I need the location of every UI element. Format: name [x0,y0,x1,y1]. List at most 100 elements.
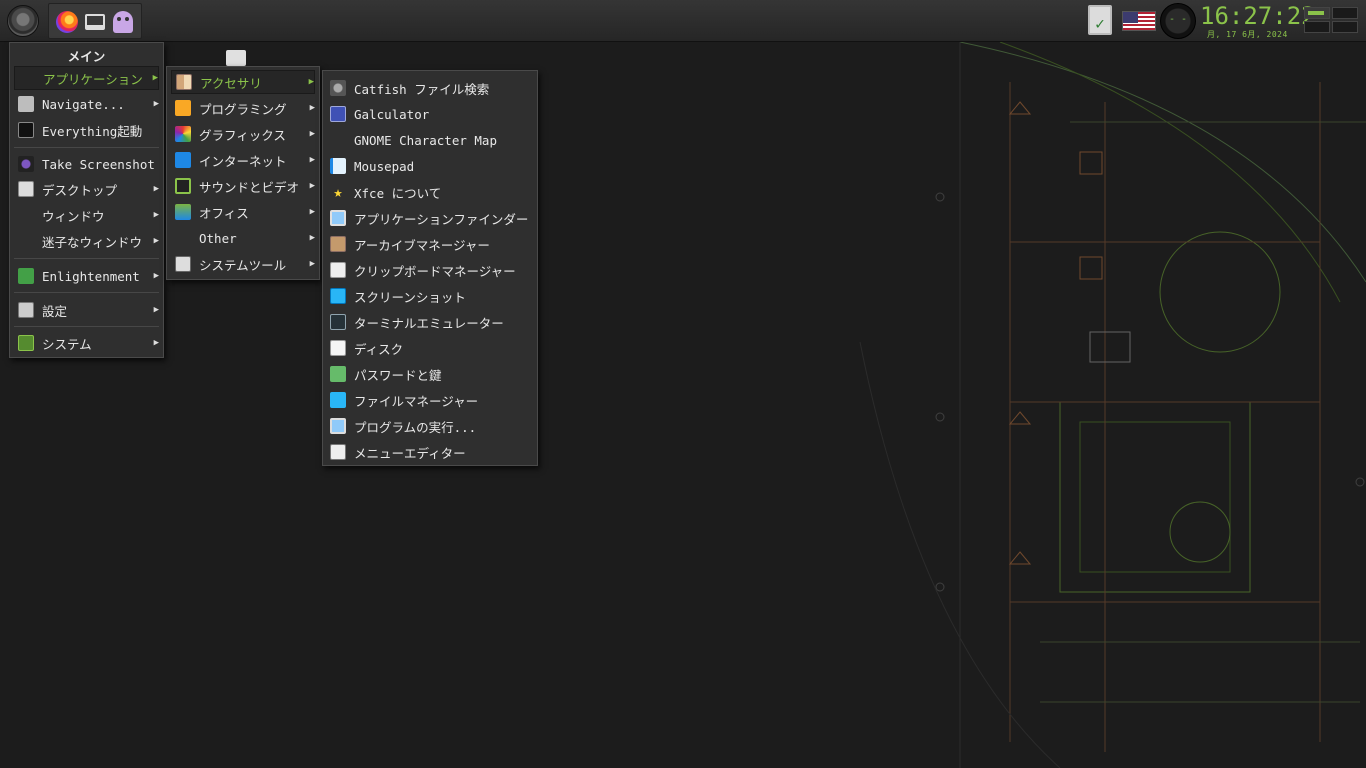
clock-time[interactable]: 16:27:22 [1200,2,1316,30]
chevron-right-icon: ▶ [309,259,315,269]
firefox-launcher-icon[interactable] [53,8,81,36]
chevron-right-icon: ▶ [309,207,315,217]
star-icon: ★ [333,183,343,201]
menu-item-character-map[interactable]: GNOME Character Map [326,128,534,152]
menu-item-take-screenshot[interactable]: Take Screenshot [14,152,159,176]
disk-icon [330,340,346,356]
programming-icon [175,100,191,116]
ghost-launcher-icon[interactable] [109,8,137,36]
menu-item-system-tools[interactable]: システムツール ▶ [171,252,315,276]
chevron-right-icon: ▶ [309,103,315,113]
main-menu-title: メイン [67,49,106,64]
chevron-right-icon: ▶ [153,99,159,109]
menu-item-enlightenment[interactable]: Enlightenment ▶ [14,264,159,288]
chevron-right-icon: ▶ [152,73,158,83]
menu-item-screenshot[interactable]: スクリーンショット [326,284,534,308]
camera-icon [18,156,34,172]
menu-item-other[interactable]: Other ▶ [171,226,315,250]
accessories-menu: Catfish ファイル検索 Galculator GNOME Characte… [322,70,538,466]
menu-item-app-finder[interactable]: アプリケーションファインダー [326,206,534,230]
chevron-right-icon: ▶ [153,236,159,246]
menu-item-programming[interactable]: プログラミング ▶ [171,96,315,120]
menu-item-lost-windows[interactable]: 迷子なウィンドウ ▶ [14,229,159,253]
accessories-icon [176,74,192,90]
menu-item-windows[interactable]: ウィンドウ ▶ [14,203,159,227]
menu-item-settings[interactable]: 設定 ▶ [14,298,159,322]
menu-separator [14,326,159,327]
menu-item-menu-editor[interactable]: メニューエディター [326,440,534,464]
chevron-right-icon: ▶ [153,271,159,281]
menu-item-terminal[interactable]: ターミナルエミュレーター [326,310,534,334]
menu-item-about-xfce[interactable]: ★ Xfce について [326,180,534,204]
menu-item-file-manager[interactable]: ファイルマネージャー [326,388,534,412]
folder-icon [18,96,34,112]
key-icon [330,366,346,382]
system-icon [18,335,34,351]
clipboard-tray-icon[interactable]: ✓ [1088,5,1114,37]
menu-item-clipboard-manager[interactable]: クリップボードマネージャー [326,258,534,282]
clock-date: 月, 17 6月, 2024 [1207,30,1288,39]
workspace-2[interactable] [1332,7,1358,19]
archive-icon [330,236,346,252]
workspace-1[interactable] [1304,7,1330,19]
applications-menu: アクセサリ ▶ プログラミング ▶ グラフィックス ▶ インターネット ▶ サウ… [166,66,320,280]
enlightenment-icon [18,268,34,284]
chevron-right-icon: ▶ [309,233,315,243]
graphics-icon [175,126,191,142]
menu-separator [14,292,159,293]
menu-item-office[interactable]: オフィス ▶ [171,200,315,224]
menu-editor-icon [330,444,346,460]
drive-launcher-icon[interactable] [81,8,109,36]
multimedia-icon [175,178,191,194]
terminal-icon [18,122,34,138]
workspace-4[interactable] [1332,21,1358,33]
chevron-right-icon: ▶ [153,305,159,315]
calculator-icon [330,106,346,122]
system-tools-icon [175,256,191,272]
screenshot-icon [330,288,346,304]
chevron-right-icon: ▶ [153,184,159,194]
workspace-pager[interactable] [1304,7,1360,35]
menu-item-everything[interactable]: Everything起動 [14,118,159,142]
menu-item-accessories[interactable]: アクセサリ ▶ [171,70,315,94]
chevron-right-icon: ▶ [309,129,315,139]
menu-item-desktop[interactable]: デスクトップ ▶ [14,177,159,201]
chevron-right-icon: ▶ [309,181,315,191]
menu-item-graphics[interactable]: グラフィックス ▶ [171,122,315,146]
main-menu: メイン アプリケーション ▶ Navigate... ▶ Everything起… [9,42,164,358]
menu-item-applications[interactable]: アプリケーション ▶ [14,66,159,90]
workspace-3[interactable] [1304,21,1330,33]
start-menu-icon [7,5,39,37]
file-manager-icon [330,392,346,408]
menu-item-archive-manager[interactable]: アーカイブマネージャー [326,232,534,256]
desktop-file-icon[interactable] [226,50,246,66]
menu-item-system[interactable]: システム ▶ [14,331,159,355]
menu-item-passwords[interactable]: パスワードと鍵 [326,362,534,386]
menu-item-disks[interactable]: ディスク [326,336,534,360]
chevron-right-icon: ▶ [309,155,315,165]
app-finder-icon [330,210,346,226]
office-icon [175,204,191,220]
chevron-right-icon: ▶ [153,338,159,348]
start-menu-button[interactable] [6,4,40,38]
menu-item-mousepad[interactable]: Mousepad [326,154,534,178]
menu-item-internet[interactable]: インターネット ▶ [171,148,315,172]
launcher-group [48,3,142,39]
internet-icon [175,152,191,168]
run-icon [330,418,346,434]
menu-item-catfish[interactable]: Catfish ファイル検索 [326,76,534,100]
keyboard-layout-flag-icon[interactable] [1122,11,1156,31]
menu-item-run-program[interactable]: プログラムの実行... [326,414,534,438]
top-panel: ✓ 16:27:22 月, 17 6月, 2024 [0,0,1366,42]
desktop-icon [18,181,34,197]
text-editor-icon [330,158,346,174]
menu-separator [14,258,159,259]
avatar-tray-icon[interactable] [1160,3,1196,39]
menu-item-multimedia[interactable]: サウンドとビデオ ▶ [171,174,315,198]
menu-separator [14,147,159,148]
menu-item-galculator[interactable]: Galculator [326,102,534,126]
menu-item-navigate[interactable]: Navigate... ▶ [14,92,159,116]
clipboard-icon [330,262,346,278]
terminal-icon [330,314,346,330]
chevron-right-icon: ▶ [308,77,314,87]
